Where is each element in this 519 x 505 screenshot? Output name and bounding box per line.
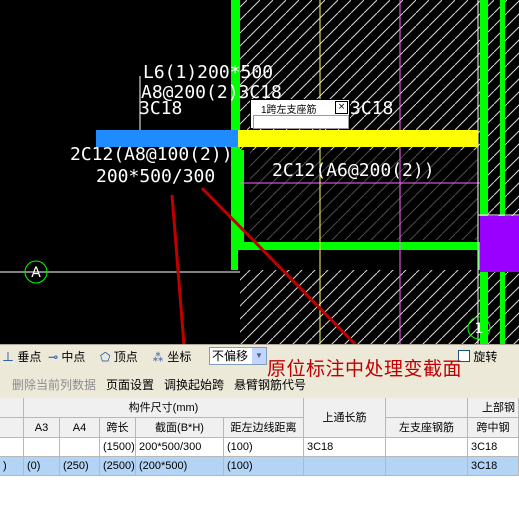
coordinate-snap-button[interactable]: ⁂ 坐标 (152, 348, 191, 366)
column-header-a3: A3 (24, 418, 60, 438)
midpoint-snap-button[interactable]: ⊸ 中点 (48, 348, 85, 366)
table-row-1-section[interactable]: 200*500/300 (136, 438, 224, 457)
beam-label-line3-right: 3C18 (350, 98, 394, 119)
column-header-midspan: 跨中钢 (468, 418, 519, 438)
green-wall-far-right (500, 0, 505, 344)
column-header-top-continuous: 上通长筋 (304, 398, 386, 438)
perpendicular-snap-button[interactable]: ⊥ 垂点 (2, 348, 41, 366)
left-rebar-label: 2C12(A8@100(2)) (70, 144, 233, 165)
right-rebar-label: 2C12(A6@200(2)) (272, 160, 435, 181)
header-blank (386, 398, 468, 418)
table-row-2-index[interactable]: ) (0, 457, 24, 476)
tooltip-close-icon[interactable]: × (335, 101, 348, 114)
tooltip-input[interactable] (253, 115, 349, 129)
column-header-a4: A4 (60, 418, 100, 438)
drawing-svg: A 1 (0, 0, 519, 344)
page-setup-button[interactable]: 页面设置 (106, 376, 154, 393)
green-wall-inner-left (238, 150, 244, 250)
vertex-label: 顶点 (113, 350, 138, 364)
left-support-rebar-tooltip[interactable]: 1跨左支座筋 × (250, 99, 350, 129)
table-row-1-a4[interactable] (60, 438, 100, 457)
vertex-snap-button[interactable]: ⬠ 顶点 (100, 348, 138, 366)
midpoint-icon: ⊸ (48, 350, 59, 364)
perpendicular-icon: ⊥ (2, 350, 15, 364)
vertex-icon: ⬠ (100, 350, 111, 364)
cad-drawing-canvas[interactable]: A 1 L6(1)200*500 A8@200(2)3C18 3C18 3C18… (0, 0, 519, 344)
rotate-label: 旋转 (473, 350, 498, 364)
table-row-2-midspan[interactable]: 3C18 (468, 457, 519, 476)
column-header-left-support: 左支座钢筋 (386, 418, 468, 438)
annotation-text: 原位标注中处理变截面 (267, 359, 463, 380)
span-data-grid: 构件尺寸(mm) 上通长筋 上部钢 A3 A4 跨长 截面(B*H) 距左边线距… (0, 398, 519, 505)
table-row-1-left-support[interactable] (386, 438, 468, 457)
green-wall-right (480, 0, 488, 344)
grid-corner (0, 398, 24, 418)
table-row-2-left-support[interactable] (386, 457, 468, 476)
table-row-2-top-continuous[interactable] (304, 457, 386, 476)
delete-column-data-button[interactable]: 删除当前列数据 (12, 376, 96, 393)
annotation-arrow-1 (170, 194, 186, 344)
table-row-2-a4[interactable]: (250) (60, 457, 100, 476)
row-header-blank (0, 418, 24, 438)
coordinate-icon: ⁂ (152, 350, 165, 364)
beam-label-line1: L6(1)200*500 (143, 62, 274, 83)
coordinate-label: 坐标 (167, 350, 192, 364)
tooltip-title: 1跨左支座筋 (261, 105, 317, 116)
rotate-checkbox[interactable]: 旋转 (458, 348, 497, 366)
table-row-2-span-length[interactable]: (2500) (100, 457, 136, 476)
column-header-left-distance: 距左边线距离 (224, 418, 304, 438)
beam-label-line3: 3C18 (139, 98, 183, 119)
adjust-start-span-button[interactable]: 调换起始跨 (164, 376, 224, 393)
table-row-2-section[interactable]: (200*500) (136, 457, 224, 476)
table-row-1-top-continuous[interactable]: 3C18 (304, 438, 386, 457)
axis-bubble-1-label: 1 (475, 321, 484, 337)
axis-bubble-a-label: A (31, 265, 41, 281)
table-row-1-left-distance[interactable]: (100) (224, 438, 304, 457)
table-row-2-a3[interactable]: (0) (24, 457, 60, 476)
chevron-down-icon[interactable]: ▼ (252, 348, 266, 364)
beam-yellow-segment[interactable] (238, 130, 478, 147)
table-row-1-span-length[interactable]: (1500) (100, 438, 136, 457)
left-section-label: 200*500/300 (96, 166, 216, 187)
table-row-1-a3[interactable] (24, 438, 60, 457)
purple-column (480, 216, 519, 272)
table-row-2-left-distance[interactable]: (100) (224, 457, 304, 476)
column-header-span-length: 跨长 (100, 418, 136, 438)
table-row-1-midspan[interactable]: 3C18 (468, 438, 519, 457)
offset-select-value: 不偏移 (212, 349, 249, 363)
group-header-dimensions: 构件尺寸(mm) (24, 398, 304, 418)
offset-select[interactable]: 不偏移 ▼ (209, 347, 267, 365)
table-row-1-index[interactable] (0, 438, 24, 457)
perpendicular-label: 垂点 (17, 350, 42, 364)
column-header-section: 截面(B*H) (136, 418, 224, 438)
midpoint-label: 中点 (61, 350, 86, 364)
group-header-top-rebar: 上部钢 (468, 398, 519, 418)
